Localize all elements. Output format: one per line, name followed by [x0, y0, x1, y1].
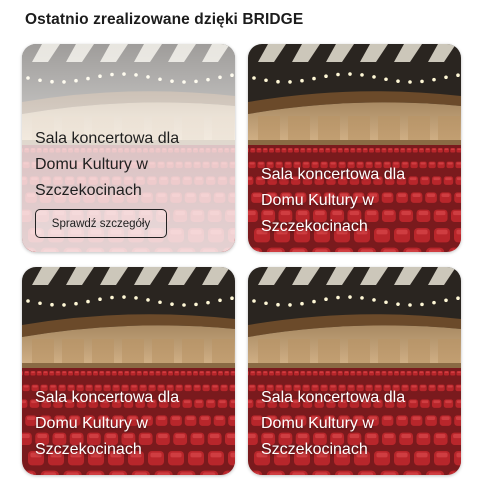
card-title: Sala koncertowa dla Domu Kultury w Szcze… [35, 389, 180, 458]
card-title: Sala koncertowa dla Domu Kultury w Szcze… [261, 166, 406, 235]
project-card[interactable]: Sala koncertowa dla Domu Kultury w Szcze… [248, 267, 461, 475]
project-card[interactable]: Sala koncertowa dla Domu Kultury w Szcze… [248, 44, 461, 252]
project-card[interactable]: Sala koncertowa dla Domu Kultury w Szcze… [22, 44, 235, 252]
card-title: Sala koncertowa dla Domu Kultury w Szcze… [35, 130, 180, 199]
project-card[interactable]: Sala koncertowa dla Domu Kultury w Szcze… [22, 267, 235, 475]
section-title: Ostatnio zrealizowane dzięki BRIDGE [25, 11, 304, 28]
card-title: Sala koncertowa dla Domu Kultury w Szcze… [261, 389, 406, 458]
details-button[interactable]: Sprawdź szczegóły [35, 209, 167, 238]
